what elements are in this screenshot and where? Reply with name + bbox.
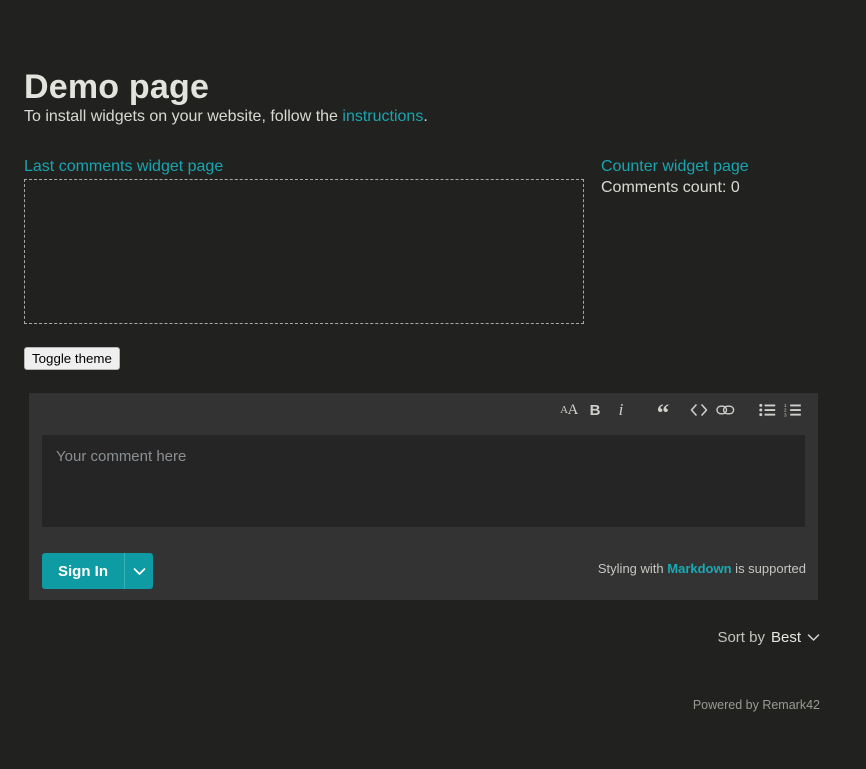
svg-text:3: 3 (784, 412, 787, 417)
markdown-link[interactable]: Markdown (667, 561, 731, 576)
comment-input[interactable]: Your comment here (42, 435, 805, 527)
intro-prefix: To install widgets on your website, foll… (24, 108, 343, 125)
last-comments-widget-link[interactable]: Last comments widget page (24, 157, 223, 177)
font-size-icon[interactable]: AA (556, 397, 582, 423)
chevron-down-icon[interactable] (124, 553, 153, 589)
bullet-list-icon[interactable] (754, 397, 780, 423)
comment-form-panel: AA B i “ 1 2 3 Your comment here Sign In… (29, 393, 818, 600)
counter-widget-link[interactable]: Counter widget page (601, 158, 749, 175)
intro-text: To install widgets on your website, foll… (24, 106, 428, 127)
bold-icon[interactable]: B (582, 397, 608, 423)
counter-widget-block: Counter widget page Comments count: 0 (601, 157, 749, 198)
last-comments-widget-placeholder (24, 179, 584, 324)
page-title: Demo page (24, 67, 210, 106)
instructions-link[interactable]: instructions (342, 108, 423, 125)
markdown-note-prefix: Styling with (597, 561, 668, 576)
comments-count-label: Comments count: 0 (601, 179, 740, 196)
sort-select[interactable]: Best (771, 629, 820, 646)
formatting-toolbar: AA B i “ 1 2 3 (556, 393, 806, 427)
link-icon[interactable] (712, 397, 738, 423)
chevron-down-icon (807, 633, 820, 642)
powered-by-footer: Powered by Remark42 (692, 698, 820, 712)
sort-control: Sort by Best (717, 629, 820, 646)
code-icon[interactable] (686, 397, 712, 423)
markdown-support-note: Styling with Markdown is supported (598, 561, 806, 576)
italic-icon[interactable]: i (608, 397, 634, 423)
sign-in-button[interactable]: Sign In (42, 553, 124, 589)
numbered-list-icon[interactable]: 1 2 3 (780, 397, 806, 423)
markdown-note-suffix: is supported (731, 561, 806, 576)
blockquote-icon[interactable]: “ (650, 401, 676, 427)
intro-suffix: . (423, 108, 428, 125)
toggle-theme-button[interactable]: Toggle theme (24, 347, 120, 370)
signin-control-group: Sign In (42, 553, 153, 589)
sort-label: Sort by (717, 629, 765, 646)
sort-value: Best (770, 629, 801, 646)
